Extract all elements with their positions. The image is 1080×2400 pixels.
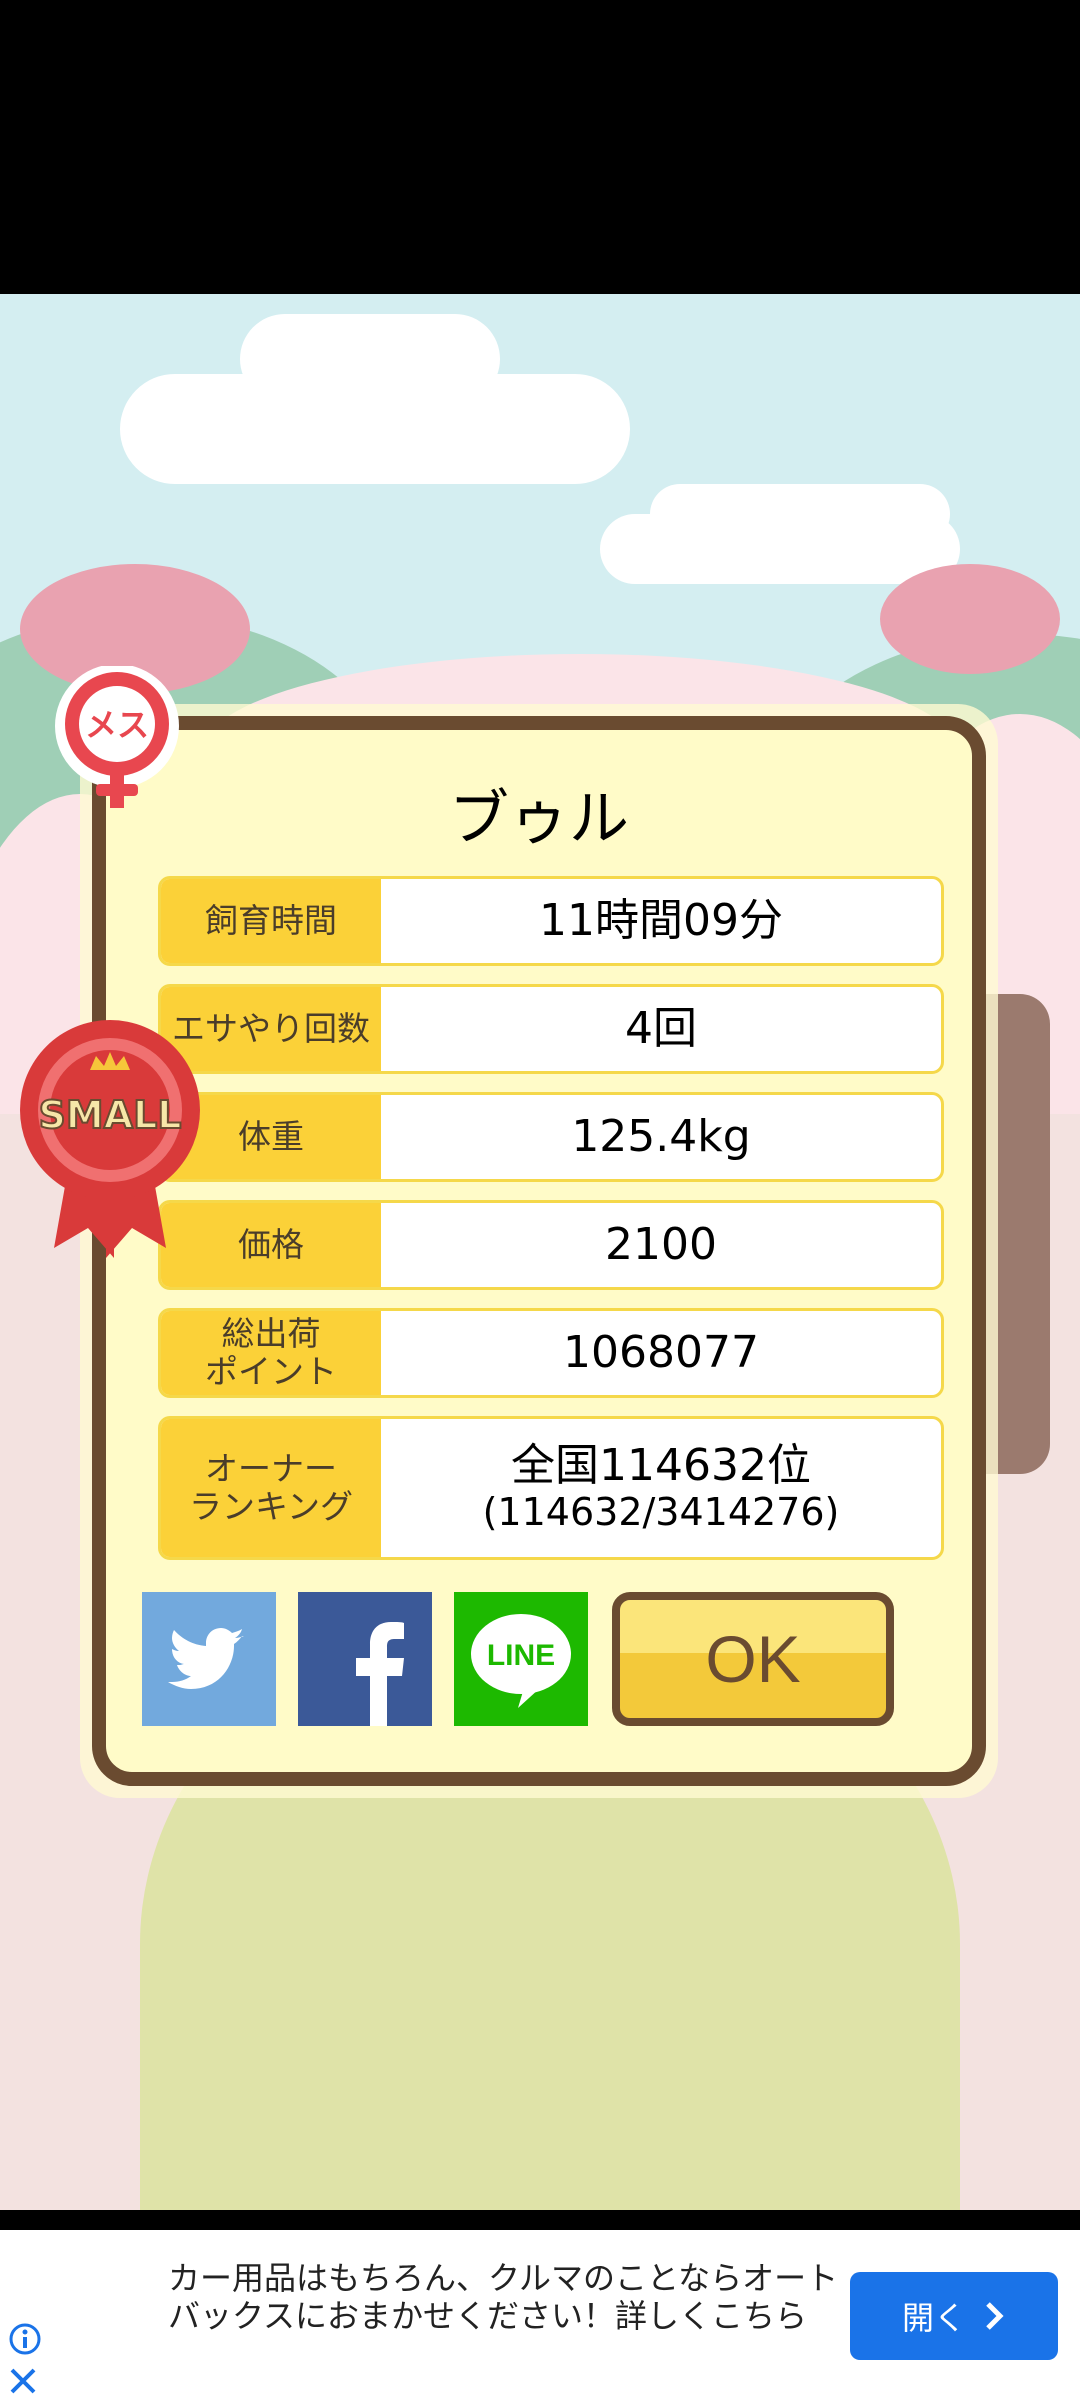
- ad-text[interactable]: カー用品はもちろん、クルマのことならオートバックスにおまかせください！詳しくこち…: [168, 2259, 848, 2336]
- cherry-tree: [880, 564, 1060, 674]
- ad-banner[interactable]: カー用品はもちろん、クルマのことならオートバックスにおまかせください！詳しくこち…: [0, 2230, 1080, 2400]
- status-bar-area: [0, 0, 1080, 294]
- stat-value: 11時間09分: [539, 894, 783, 946]
- cloud: [650, 484, 950, 544]
- stat-label: 総出荷 ポイント: [161, 1311, 381, 1395]
- female-badge-icon: メス: [55, 666, 179, 808]
- line-icon: LINE: [471, 1614, 571, 1708]
- pet-result-dialog: ブゥル 飼育時間 11時間09分 エサやり回数 4回 体重 125.4kg 価格…: [92, 716, 986, 1786]
- ranking-fraction: (114632/3414276): [482, 1490, 840, 1535]
- stat-row-weight: 体重 125.4kg: [158, 1092, 944, 1182]
- stat-value: 4回: [625, 1002, 697, 1054]
- stat-row-raising-time: 飼育時間 11時間09分: [158, 876, 944, 966]
- stat-label: オーナー ランキング: [161, 1419, 381, 1557]
- cloud: [240, 314, 500, 404]
- ranking-national: 全国114632位: [511, 1439, 811, 1491]
- gender-label: メス: [85, 706, 149, 744]
- facebook-icon: [356, 1622, 404, 1726]
- close-icon[interactable]: [8, 2366, 38, 2396]
- ad-open-button[interactable]: 開く: [850, 2272, 1058, 2360]
- line-share-button[interactable]: LINE: [454, 1592, 588, 1726]
- divider: [0, 2210, 1080, 2230]
- stat-value: 1068077: [563, 1326, 759, 1378]
- stat-value: 2100: [605, 1218, 717, 1270]
- ad-open-label: 開く: [901, 2299, 966, 2337]
- stat-row-price: 価格 2100: [158, 1200, 944, 1290]
- stat-row-shipping-points: 総出荷 ポイント 1068077: [158, 1308, 944, 1398]
- line-logo-text: LINE: [487, 1639, 555, 1672]
- chevron-right-icon: [986, 2302, 1004, 2330]
- stat-label: 飼育時間: [161, 879, 381, 963]
- ok-button[interactable]: OK: [612, 1592, 894, 1726]
- size-ribbon-icon: SMALL: [20, 1020, 200, 1258]
- info-icon[interactable]: [8, 2322, 42, 2356]
- twitter-icon: [168, 1628, 244, 1689]
- facebook-share-button[interactable]: [298, 1592, 432, 1726]
- stat-value: 125.4kg: [571, 1110, 751, 1162]
- ribbon-label: SMALL: [38, 1093, 181, 1137]
- stat-value: 全国114632位 (114632/3414276): [381, 1419, 941, 1557]
- twitter-share-button[interactable]: [142, 1592, 276, 1726]
- stat-row-feed-count: エサやり回数 4回: [158, 984, 944, 1074]
- pet-name: ブゥル: [449, 784, 629, 854]
- stat-row-owner-ranking: オーナー ランキング 全国114632位 (114632/3414276): [158, 1416, 944, 1560]
